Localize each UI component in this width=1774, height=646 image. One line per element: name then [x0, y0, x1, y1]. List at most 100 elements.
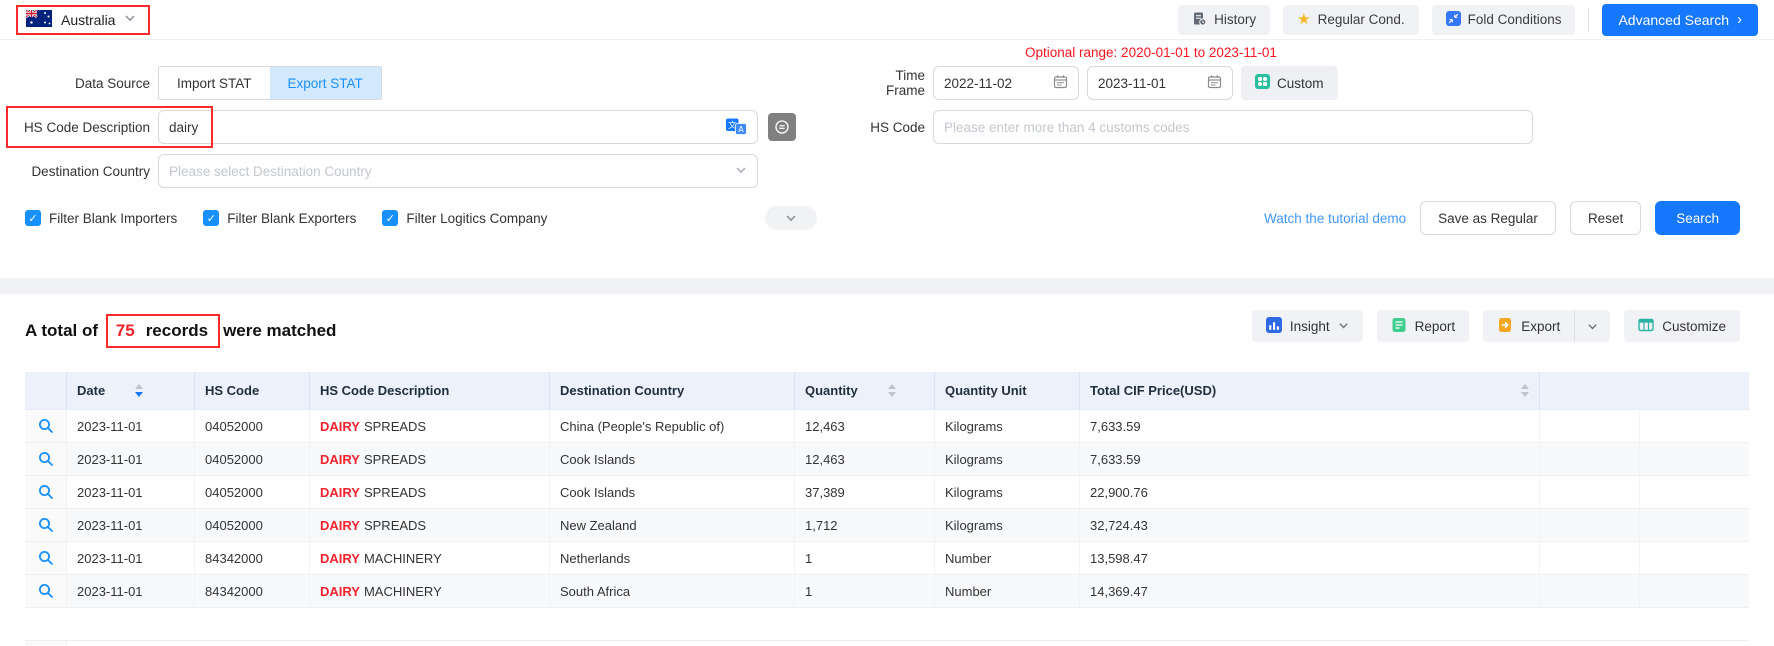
sort-icon[interactable] [135, 384, 143, 397]
chevron-down-icon [735, 164, 747, 179]
data-source-label: Data Source [0, 76, 150, 91]
cell-hs-description: DAIRY SPREADS [310, 476, 550, 508]
header-quantity-unit: Quantity Unit [935, 372, 1080, 409]
data-source-tabs: Import STAT Export STAT [158, 66, 382, 100]
cell-desc-rest: SPREADS [364, 485, 426, 500]
search-button[interactable]: Search [1655, 201, 1740, 235]
cell-quantity-unit: Kilograms [935, 476, 1080, 508]
topbar: Australia History ★ Regular Cond. Fold C… [0, 0, 1774, 40]
header-destination: Destination Country [550, 372, 795, 409]
row-detail-button[interactable] [25, 476, 67, 508]
row-detail-button[interactable] [25, 575, 67, 607]
chevron-down-icon [124, 12, 136, 27]
table-row: 2023-11-01 84342000 DAIRYMACHINERY Nethe… [25, 542, 1749, 575]
tab-export-stat[interactable]: Export STAT [270, 67, 381, 99]
cell-hs-code: 04052000 [195, 443, 310, 475]
cell-quantity-unit: Number [935, 575, 1080, 607]
header-total-cif-price[interactable]: Total CIF Price(USD) [1080, 372, 1540, 409]
row-detail-button[interactable] [25, 509, 67, 541]
custom-range-button[interactable]: Custom [1241, 66, 1338, 100]
filter-logitics-company-checkbox[interactable]: ✓ Filter Logitics Company [382, 210, 547, 226]
cell-quantity-unit: Number [935, 542, 1080, 574]
cell-empty [1540, 509, 1640, 541]
cell-desc-highlight: DAIRY [320, 485, 360, 500]
sort-icon[interactable] [1521, 384, 1529, 397]
header-quantity[interactable]: Quantity [795, 372, 935, 409]
cell-desc-highlight: DAIRY [320, 419, 360, 434]
cell-destination: China (People's Republic of) [550, 410, 795, 442]
export-button[interactable]: Export [1483, 310, 1610, 342]
export-dropdown-button[interactable] [1574, 310, 1610, 342]
cell-total-cif-price: 13,598.47 [1080, 542, 1540, 574]
end-date-picker[interactable] [1087, 66, 1233, 100]
destination-input[interactable] [169, 164, 709, 179]
filter-blank-exporters-checkbox[interactable]: ✓ Filter Blank Exporters [203, 210, 356, 226]
custom-icon [1255, 74, 1270, 92]
record-count: 75 [116, 321, 135, 341]
annotation-box-record-count: 75records [106, 314, 220, 348]
cell-desc-rest: MACHINERY [364, 551, 442, 566]
cell-hs-description: DAIRYSPREADS [310, 443, 550, 475]
cell-total-cif-price: 14,369.47 [1080, 575, 1540, 607]
checkbox-checked-icon: ✓ [203, 210, 219, 226]
table-row: 2023-11-01 04052000 DAIRYSPREADS Cook Is… [25, 476, 1749, 509]
hs-code-field[interactable] [933, 110, 1533, 144]
search-form: Optional range: 2020-01-01 to 2023-11-01… [0, 40, 1774, 278]
start-date-input[interactable] [944, 76, 1036, 91]
sort-icon[interactable] [888, 384, 896, 397]
reset-button[interactable]: Reset [1570, 201, 1641, 235]
translate-icon[interactable]: 文A [726, 117, 747, 138]
tab-import-stat[interactable]: Import STAT [159, 67, 270, 99]
regular-cond-button[interactable]: ★ Regular Cond. [1283, 5, 1419, 35]
header-hs-description: HS Code Description [310, 372, 550, 409]
exact-match-toggle[interactable] [768, 113, 796, 141]
cell-total-cif-price: 22,900.76 [1080, 476, 1540, 508]
cell-quantity: 1 [795, 575, 935, 607]
start-date-picker[interactable] [933, 66, 1079, 100]
results-summary: A total of 75recordswere matched [25, 314, 336, 348]
cell-hs-description: DAIRYMACHINERY [310, 575, 550, 607]
collapse-conditions-button[interactable] [765, 206, 817, 230]
save-as-regular-button[interactable]: Save as Regular [1420, 201, 1556, 235]
cell-hs-description: DAIRYSPREADS [310, 509, 550, 541]
row-detail-button[interactable] [25, 410, 67, 442]
end-date-input[interactable] [1098, 76, 1190, 91]
calendar-icon [1207, 74, 1222, 92]
insight-button[interactable]: Insight [1252, 310, 1363, 342]
section-divider [0, 278, 1774, 294]
filter-blank-importers-checkbox[interactable]: ✓ Filter Blank Importers [25, 210, 177, 226]
cell-total-cif-price: 7,633.59 [1080, 443, 1540, 475]
star-icon: ★ [1297, 12, 1310, 27]
header-empty-column [1540, 372, 1640, 409]
cell-destination: Cook Islands [550, 476, 795, 508]
cell-desc-rest: SPREADS [364, 419, 426, 434]
advanced-search-button[interactable]: Advanced Search › [1602, 4, 1758, 36]
cell-destination: Netherlands [550, 542, 795, 574]
tutorial-demo-link[interactable]: Watch the tutorial demo [1264, 211, 1406, 226]
insight-icon [1266, 317, 1282, 336]
row-detail-button[interactable] [25, 443, 67, 475]
report-icon [1391, 317, 1407, 336]
hs-desc-input[interactable] [169, 120, 689, 135]
history-button[interactable]: History [1178, 5, 1270, 35]
export-icon [1497, 317, 1513, 336]
destination-select[interactable] [158, 154, 758, 188]
hs-desc-label: HS Code Description [0, 120, 150, 135]
customize-button[interactable]: Customize [1624, 310, 1740, 342]
cell-desc-highlight: DAIRY [320, 518, 360, 533]
table-row: 2023-11-01 04052000 DAIRYSPREADS New Zea… [25, 509, 1749, 542]
header-detail-column [25, 372, 67, 409]
header-date[interactable]: Date [67, 372, 195, 409]
svg-text:A: A [738, 125, 744, 134]
hs-desc-field[interactable]: 文A [158, 110, 758, 144]
cell-date: 2023-11-01 [67, 575, 195, 607]
report-button[interactable]: Report [1377, 310, 1470, 342]
cell-destination: Cook Islands [550, 443, 795, 475]
hs-code-input[interactable] [944, 120, 1522, 135]
row-detail-button[interactable] [25, 542, 67, 574]
table-row: 2023-11-01 04052000 DAIRYSPREADS Cook Is… [25, 443, 1749, 476]
fold-conditions-button[interactable]: Fold Conditions [1432, 5, 1576, 35]
country-label: Australia [61, 12, 115, 28]
country-selector[interactable]: Australia [16, 5, 150, 35]
cell-desc-highlight: DAIRY [320, 584, 360, 599]
